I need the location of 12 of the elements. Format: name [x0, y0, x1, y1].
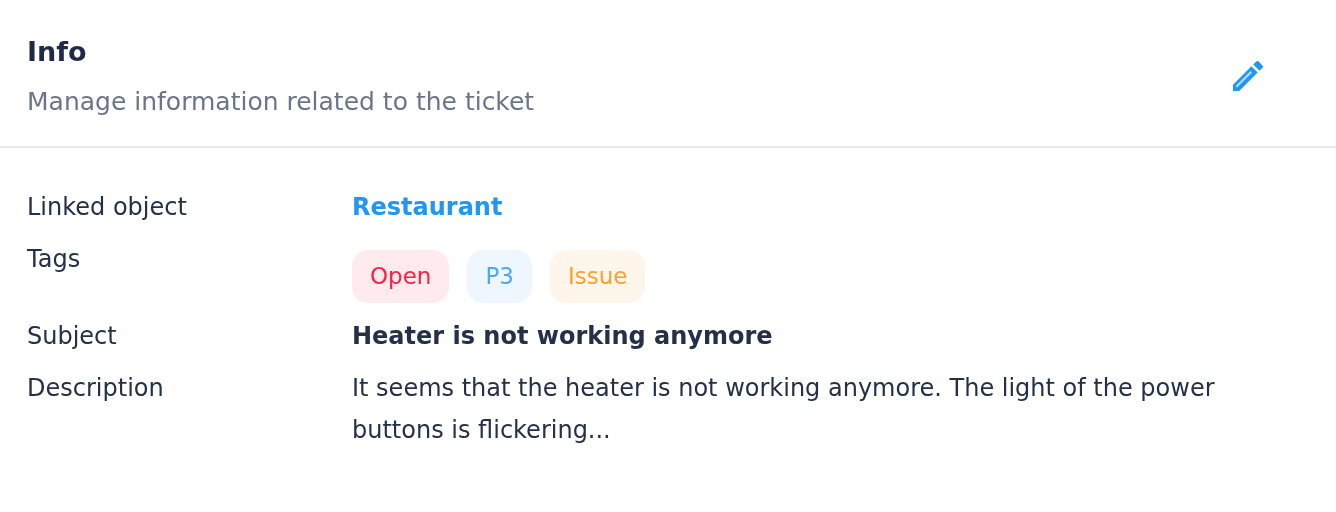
- section-subtitle: Manage information related to the ticket: [27, 86, 535, 118]
- tag: Issue: [549, 250, 646, 303]
- subject-value: Heater is not working anymore: [352, 322, 773, 350]
- section-title: Info: [27, 35, 88, 69]
- tag: Open: [352, 250, 450, 303]
- field-label: Linked object: [27, 192, 188, 223]
- field-label: Subject: [27, 321, 118, 352]
- field-label: Description: [27, 373, 165, 404]
- tag: P3: [467, 250, 532, 303]
- description-text: It seems that the heater is not working anymore. The light of the power buttons is flickering...: [352, 373, 1216, 446]
- field-label: Tags: [27, 244, 82, 275]
- linked-object-link[interactable]: Restaurant: [352, 193, 503, 221]
